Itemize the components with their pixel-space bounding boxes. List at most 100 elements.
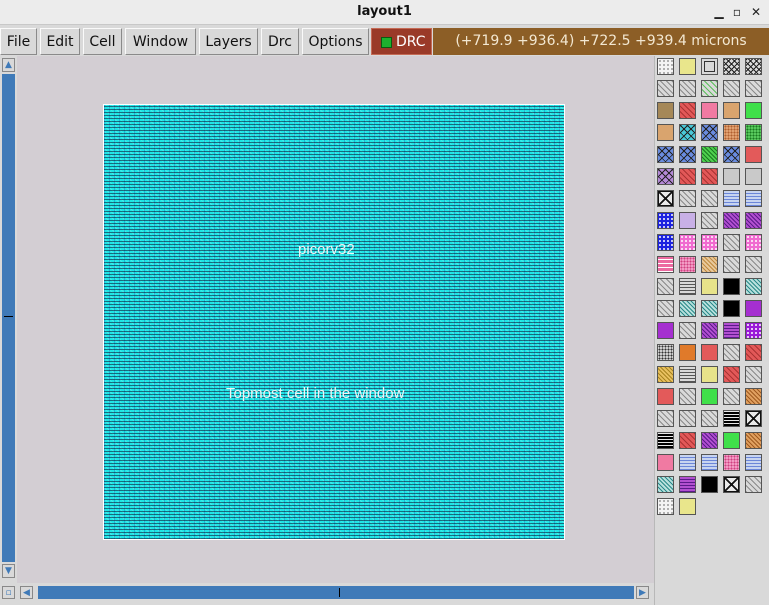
vertical-scroll-trough[interactable]: [2, 74, 15, 562]
layer-swatch-yellow-solid[interactable]: [679, 58, 696, 75]
layer-swatch-purple-solid[interactable]: [657, 322, 674, 339]
layer-swatch-red-hatch[interactable]: [723, 366, 740, 383]
layer-swatch-gray-box[interactable]: [701, 58, 718, 75]
layer-swatch-pink-diamond[interactable]: [745, 234, 762, 251]
menu-edit[interactable]: Edit: [40, 28, 80, 55]
layer-swatch-green-hatch[interactable]: [701, 146, 718, 163]
layer-swatch-diag-gray[interactable]: [657, 410, 674, 427]
layer-swatch-red-solid[interactable]: [745, 146, 762, 163]
layer-swatch-blue-wave[interactable]: [723, 190, 740, 207]
layer-swatch-purple-hatch[interactable]: [701, 322, 718, 339]
layer-swatch-green-dots[interactable]: [745, 124, 762, 141]
layer-swatch-pink-diamond[interactable]: [679, 234, 696, 251]
layer-swatch-red-hatch[interactable]: [701, 168, 718, 185]
layer-swatch-diag-gray[interactable]: [723, 344, 740, 361]
layer-swatch-diag-gray[interactable]: [679, 80, 696, 97]
layer-swatch-pink-solid[interactable]: [701, 102, 718, 119]
layer-swatch-blue-triangles[interactable]: [657, 234, 674, 251]
layer-swatch-pink-solid[interactable]: [657, 454, 674, 471]
layer-swatch-teal-hatch[interactable]: [679, 300, 696, 317]
layer-swatch-pink-dots[interactable]: [723, 454, 740, 471]
minimize-icon[interactable]: ▁: [712, 5, 726, 19]
layer-swatch-teal-hatch[interactable]: [701, 300, 718, 317]
layer-swatch-red-solid[interactable]: [701, 344, 718, 361]
menu-file[interactable]: File: [0, 28, 37, 55]
layer-swatch-diag-gray[interactable]: [723, 234, 740, 251]
scroll-left-arrow-icon[interactable]: ◀: [20, 586, 33, 599]
layer-swatch-blue-x[interactable]: [679, 146, 696, 163]
scroll-right-arrow-icon[interactable]: ▶: [636, 586, 649, 599]
layer-swatch-cyan-x[interactable]: [679, 124, 696, 141]
layer-swatch-gray-solid[interactable]: [723, 168, 740, 185]
layer-swatch-lavender-solid[interactable]: [679, 212, 696, 229]
close-icon[interactable]: ✕: [749, 5, 763, 19]
layer-swatch-red-solid[interactable]: [657, 388, 674, 405]
layer-swatch-pink-dots[interactable]: [679, 256, 696, 273]
layer-swatch-black-x[interactable]: [723, 476, 740, 493]
layer-swatch-gray-stripes[interactable]: [679, 366, 696, 383]
layer-swatch-black-x[interactable]: [657, 190, 674, 207]
menu-options[interactable]: Options: [302, 28, 369, 55]
layer-swatch-purple-x[interactable]: [657, 168, 674, 185]
layer-swatch-dots-white[interactable]: [657, 58, 674, 75]
layer-swatch-red-hatch[interactable]: [679, 432, 696, 449]
layer-swatch-diag-gray[interactable]: [701, 212, 718, 229]
layer-swatch-green-solid[interactable]: [723, 432, 740, 449]
layer-swatch-gray-stripes[interactable]: [679, 278, 696, 295]
layer-swatch-black-solid[interactable]: [723, 300, 740, 317]
layer-swatch-orange-solid[interactable]: [679, 344, 696, 361]
layer-swatch-blue-x[interactable]: [657, 146, 674, 163]
horizontal-scrollbar[interactable]: ▫ ◀ ▶: [0, 583, 654, 605]
layer-swatch-purple-stripes[interactable]: [679, 476, 696, 493]
layer-swatch-gray-dots[interactable]: [657, 344, 674, 361]
layer-swatch-green-solid[interactable]: [745, 102, 762, 119]
layer-swatch-yellow-hatch[interactable]: [657, 366, 674, 383]
layer-swatch-tan-hatch[interactable]: [745, 432, 762, 449]
layer-swatch-purple-hatch[interactable]: [723, 212, 740, 229]
menu-window[interactable]: Window: [125, 28, 196, 55]
layer-swatch-diag-gray[interactable]: [679, 410, 696, 427]
drc-button[interactable]: DRC: [371, 28, 432, 55]
layer-swatch-black-stripes[interactable]: [723, 410, 740, 427]
layer-swatch-diag-gray[interactable]: [723, 388, 740, 405]
layer-swatch-cross-hatch[interactable]: [745, 58, 762, 75]
maximize-icon[interactable]: ▫: [730, 5, 744, 19]
layer-swatch-diag-gray[interactable]: [745, 366, 762, 383]
cell-box[interactable]: picorv32 Topmost cell in the window: [103, 104, 565, 540]
scroll-down-arrow-icon[interactable]: ▼: [2, 564, 15, 578]
layer-swatch-diag-gray[interactable]: [657, 300, 674, 317]
layer-swatch-gray-solid[interactable]: [745, 168, 762, 185]
vertical-scrollbar[interactable]: ▲ ▼: [0, 56, 17, 583]
layer-swatch-blue-triangles[interactable]: [657, 212, 674, 229]
layer-swatch-brown-solid[interactable]: [657, 102, 674, 119]
layer-swatch-yellow-box[interactable]: [701, 366, 718, 383]
layer-swatch-black-stripes[interactable]: [657, 432, 674, 449]
layer-swatch-red-hatch[interactable]: [679, 102, 696, 119]
layer-swatch-green-solid[interactable]: [701, 388, 718, 405]
layer-swatch-diag-gray[interactable]: [723, 80, 740, 97]
layer-swatch-black-solid[interactable]: [701, 476, 718, 493]
layer-swatch-tan-wave[interactable]: [701, 256, 718, 273]
layer-swatch-cross-hatch[interactable]: [723, 58, 740, 75]
layer-swatch-diag-gray[interactable]: [701, 410, 718, 427]
layer-swatch-red-hatch[interactable]: [745, 344, 762, 361]
layer-swatch-blue-wave[interactable]: [745, 454, 762, 471]
layer-swatch-purple-solid[interactable]: [745, 300, 762, 317]
menu-cell[interactable]: Cell: [83, 28, 122, 55]
layer-swatch-dots-tan[interactable]: [723, 124, 740, 141]
layer-swatch-tan-hatch[interactable]: [745, 388, 762, 405]
layer-swatch-diag-gray[interactable]: [723, 256, 740, 273]
layer-swatch-teal-hatch[interactable]: [657, 476, 674, 493]
layer-swatch-diag-gray[interactable]: [657, 278, 674, 295]
layer-swatch-teal-hatch[interactable]: [745, 278, 762, 295]
zoom-box-icon[interactable]: ▫: [2, 586, 15, 599]
layer-swatch-diag-gray[interactable]: [745, 476, 762, 493]
layer-swatch-diag-gray[interactable]: [679, 388, 696, 405]
layer-swatch-blue-wave[interactable]: [745, 190, 762, 207]
layer-swatch-purple-hatch[interactable]: [745, 212, 762, 229]
layer-swatch-pink-diamond[interactable]: [701, 234, 718, 251]
layout-canvas[interactable]: picorv32 Topmost cell in the window: [17, 56, 654, 583]
scroll-up-arrow-icon[interactable]: ▲: [2, 58, 15, 72]
layer-swatch-diag-gray[interactable]: [679, 322, 696, 339]
layer-swatch-black-x[interactable]: [745, 410, 762, 427]
